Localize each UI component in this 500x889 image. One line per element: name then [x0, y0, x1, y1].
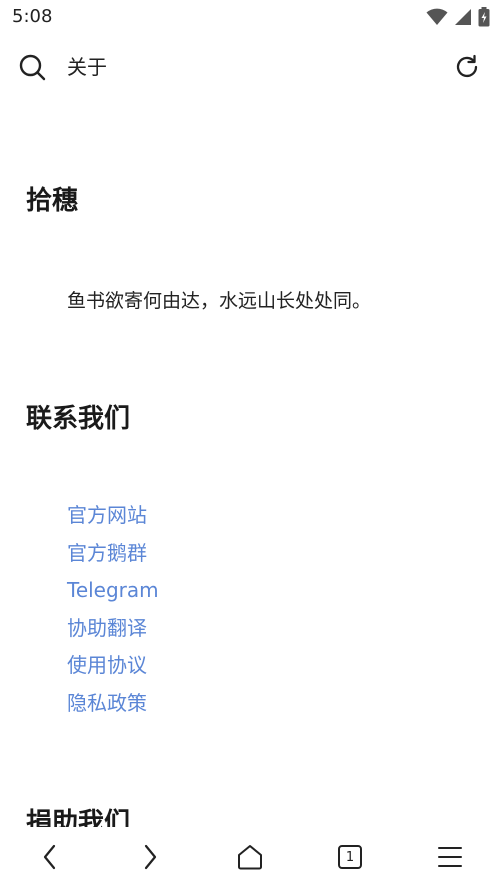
back-button[interactable]: [34, 841, 66, 873]
link-terms-of-use[interactable]: 使用协议: [67, 653, 147, 677]
link-official-website[interactable]: 官方网站: [67, 503, 147, 527]
contact-links: 官方网站 官方鹅群 Telegram 协助翻译 使用协议 隐私政策: [67, 500, 159, 725]
back-arrow-icon: [43, 844, 56, 870]
menu-icon: [438, 847, 462, 867]
search-icon[interactable]: [18, 53, 46, 81]
section-heading-contact: 联系我们: [26, 404, 131, 434]
about-content: 拾穗 鱼书欲寄何由达，水远山长处处同。 联系我们 官方网站 官方鹅群 Teleg…: [0, 90, 500, 827]
link-help-translate[interactable]: 协助翻译: [67, 616, 147, 640]
intro-quote: 鱼书欲寄何由达，水远山长处处同。: [67, 290, 372, 312]
battery-charging-icon: [478, 7, 490, 27]
top-toolbar: 关于: [0, 44, 500, 90]
menu-button[interactable]: [434, 841, 466, 873]
wifi-icon: [426, 8, 448, 25]
home-button[interactable]: [234, 841, 266, 873]
link-official-group[interactable]: 官方鹅群: [67, 541, 147, 565]
contact-link-item: 协助翻译: [67, 613, 159, 651]
forward-arrow-icon: [144, 844, 157, 870]
section-heading-donate: 捐助我们: [26, 808, 131, 827]
page-title: 关于: [67, 55, 107, 79]
forward-button[interactable]: [134, 841, 166, 873]
contact-link-item: Telegram: [67, 575, 159, 613]
tabs-button[interactable]: 1: [334, 841, 366, 873]
contact-link-item: 隐私政策: [67, 688, 159, 726]
about-screen: 5:08 关于 拾穗 鱼书欲寄何由达，水远山长处处同。 联系我们 官方网站 官方…: [0, 0, 500, 889]
contact-link-item: 官方网站: [67, 500, 159, 538]
cellular-signal-icon: [455, 9, 471, 25]
link-privacy-policy[interactable]: 隐私政策: [67, 691, 147, 715]
section-heading-intro: 拾穗: [26, 186, 79, 216]
status-icons: [426, 6, 490, 28]
link-telegram[interactable]: Telegram: [67, 578, 159, 602]
bottom-navigation: 1: [0, 827, 500, 889]
home-icon: [238, 845, 262, 870]
tab-count: 1: [345, 849, 355, 865]
contact-link-item: 官方鹅群: [67, 538, 159, 576]
status-time: 5:08: [12, 6, 53, 27]
contact-link-item: 使用协议: [67, 650, 159, 688]
status-bar: 5:08: [0, 0, 500, 34]
refresh-icon[interactable]: [454, 54, 480, 80]
